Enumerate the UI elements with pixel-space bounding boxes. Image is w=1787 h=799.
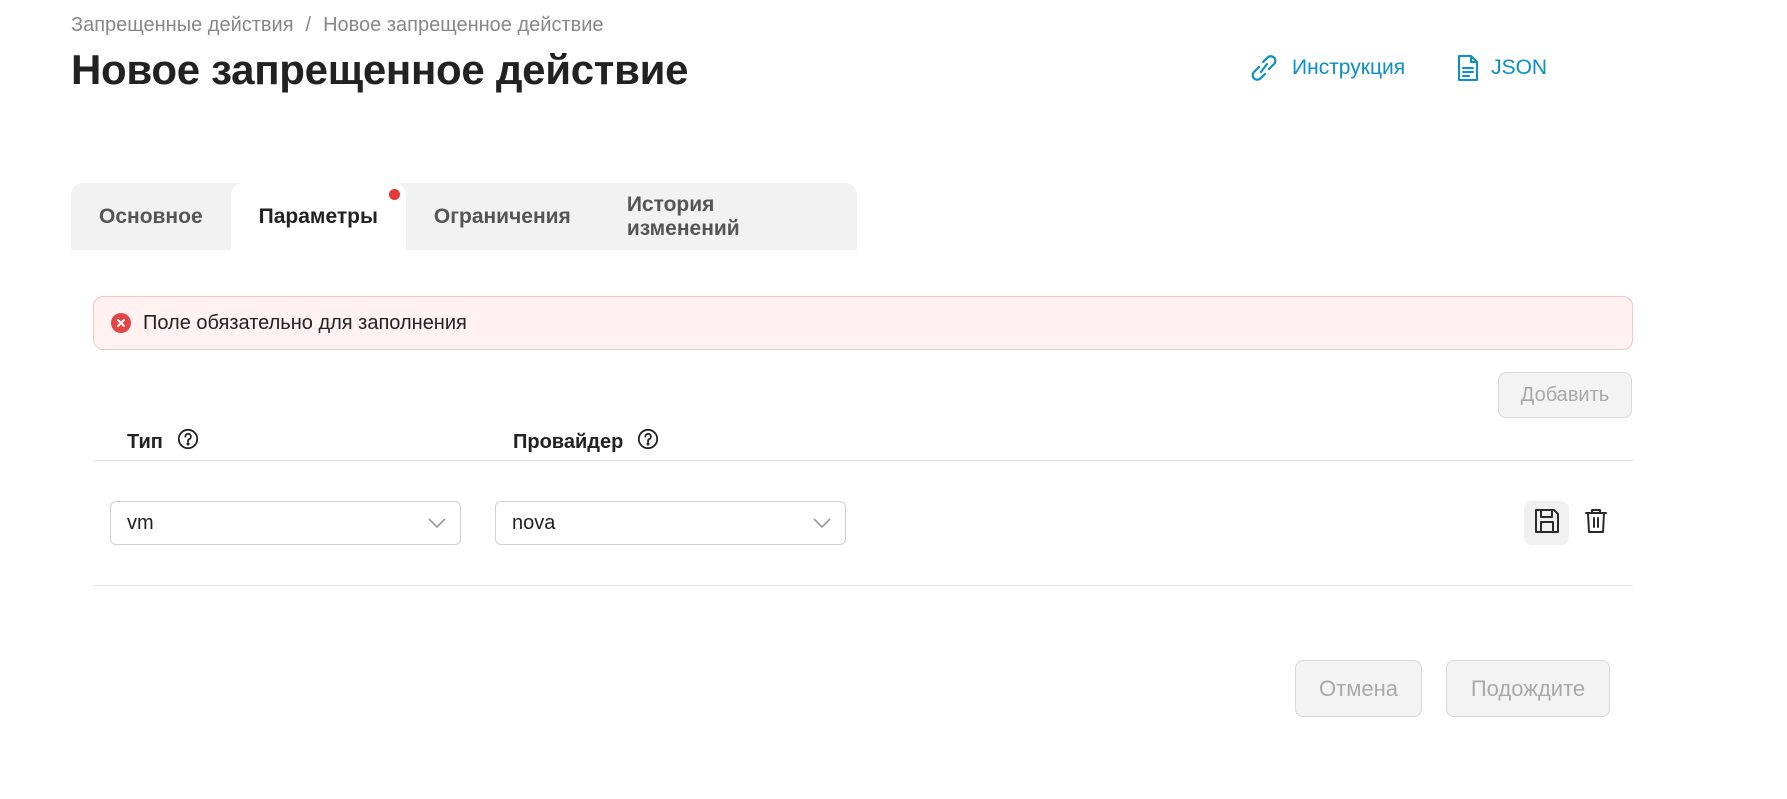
json-link[interactable]: JSON: [1457, 54, 1547, 82]
breadcrumb-item-parent[interactable]: Запрещенные действия: [71, 14, 294, 37]
tab-label: Ограничения: [433, 204, 571, 228]
column-header-label: Провайдер: [513, 430, 624, 453]
provider-select[interactable]: nova: [495, 501, 846, 545]
column-header-provider: Провайдер: [513, 428, 659, 456]
tab-restrictions[interactable]: Ограничения: [406, 183, 599, 250]
cancel-button[interactable]: Отмена: [1295, 660, 1422, 717]
breadcrumb-separator: /: [305, 14, 312, 36]
alert-text: Поле обязательно для заполнения: [143, 311, 467, 334]
error-alert: Поле обязательно для заполнения: [93, 296, 1633, 350]
page-title: Новое запрещенное действие: [71, 46, 689, 93]
save-row-button[interactable]: [1524, 501, 1569, 545]
delete-row-button[interactable]: [1578, 501, 1614, 545]
page: Запрещенные действия / Новое запрещенное…: [0, 0, 1787, 799]
error-indicator-dot: [388, 189, 400, 200]
type-select[interactable]: vm: [110, 501, 461, 545]
breadcrumb-item-current: Новое запрещенное действие: [323, 14, 604, 36]
tab-main[interactable]: Основное: [71, 183, 231, 250]
save-icon: [1533, 507, 1561, 540]
chevron-down-icon: [813, 512, 831, 535]
tab-label: История изменений: [626, 192, 740, 240]
json-link-label: JSON: [1491, 56, 1548, 79]
row-divider: [93, 585, 1633, 586]
trash-icon: [1584, 507, 1608, 540]
chevron-down-icon: [428, 512, 446, 535]
document-icon: [1457, 54, 1479, 82]
tabs: Основное Параметры Ограничения История и…: [71, 183, 857, 250]
link-icon: [1248, 55, 1280, 81]
submit-button[interactable]: Подождите: [1446, 660, 1610, 717]
column-header-label: Тип: [127, 430, 163, 453]
header-links: Инструкция JSON: [1248, 54, 1547, 82]
tab-label: Основное: [99, 204, 203, 228]
instruction-link-label: Инструкция: [1292, 56, 1406, 79]
help-icon[interactable]: [177, 428, 199, 456]
tab-parameters[interactable]: Параметры: [230, 183, 406, 250]
help-icon[interactable]: [637, 428, 659, 456]
add-button[interactable]: Добавить: [1498, 372, 1632, 418]
error-icon: [111, 313, 131, 333]
provider-select-value: nova: [512, 511, 556, 534]
type-select-value: vm: [127, 511, 154, 534]
tab-label: Параметры: [258, 204, 378, 228]
breadcrumb: Запрещенные действия / Новое запрещенное…: [71, 14, 604, 37]
tab-history[interactable]: История изменений: [599, 183, 857, 250]
header-divider: [93, 460, 1633, 461]
column-header-type: Тип: [127, 428, 199, 456]
instruction-link[interactable]: Инструкция: [1248, 54, 1405, 82]
